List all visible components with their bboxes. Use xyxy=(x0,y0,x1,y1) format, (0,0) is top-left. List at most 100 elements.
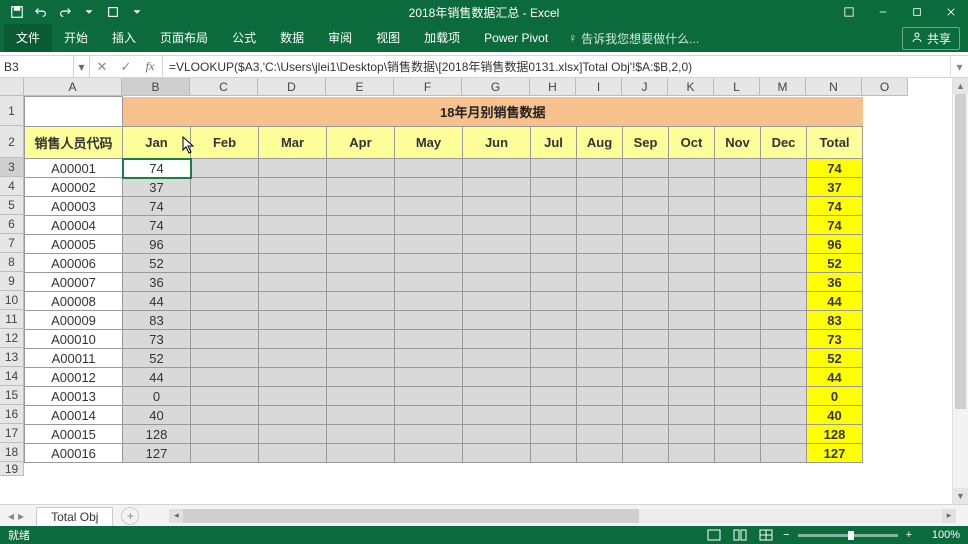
horizontal-scrollbar[interactable]: ◂ ▸ xyxy=(169,509,956,523)
table-title[interactable]: 18年月别销售数据 xyxy=(123,97,863,127)
column-header[interactable]: A xyxy=(24,78,122,96)
cell[interactable]: 0 xyxy=(807,387,863,406)
cell[interactable] xyxy=(327,311,395,330)
cell[interactable] xyxy=(463,197,531,216)
cell[interactable] xyxy=(25,463,123,477)
zoom-value[interactable]: 100% xyxy=(920,529,960,541)
cell[interactable] xyxy=(761,273,807,292)
scroll-down-icon[interactable]: ▼ xyxy=(953,488,968,504)
cell[interactable] xyxy=(577,197,623,216)
column-header[interactable]: I xyxy=(576,78,622,96)
zoom-slider[interactable] xyxy=(798,534,898,537)
formula-bar-expand-icon[interactable]: ▾ xyxy=(950,56,968,77)
cell[interactable] xyxy=(761,330,807,349)
cell[interactable] xyxy=(327,330,395,349)
zoom-in-icon[interactable]: + xyxy=(906,529,912,541)
view-page-layout-icon[interactable] xyxy=(731,528,749,542)
cell[interactable] xyxy=(669,406,715,425)
cell[interactable]: A00002 xyxy=(25,178,123,197)
cell[interactable] xyxy=(191,178,259,197)
cell[interactable]: 128 xyxy=(807,425,863,444)
cell[interactable] xyxy=(623,197,669,216)
column-header[interactable]: K xyxy=(668,78,714,96)
row-header[interactable]: 15 xyxy=(0,386,24,405)
column-title[interactable]: Mar xyxy=(259,127,327,159)
row-header[interactable]: 8 xyxy=(0,253,24,272)
cell[interactable]: 74 xyxy=(807,216,863,235)
cell[interactable] xyxy=(463,159,531,178)
cell[interactable] xyxy=(395,159,463,178)
cell[interactable] xyxy=(259,444,327,463)
cell[interactable] xyxy=(715,292,761,311)
cell[interactable] xyxy=(715,444,761,463)
cell[interactable] xyxy=(623,292,669,311)
cell[interactable] xyxy=(807,463,863,477)
cell[interactable] xyxy=(715,311,761,330)
cell[interactable] xyxy=(327,292,395,311)
cell[interactable] xyxy=(463,425,531,444)
vscroll-thumb[interactable] xyxy=(955,94,966,409)
column-header[interactable]: M xyxy=(760,78,806,96)
cell[interactable]: 40 xyxy=(123,406,191,425)
ribbon-tab-review[interactable]: 审阅 xyxy=(316,24,364,52)
column-title[interactable]: Dec xyxy=(761,127,807,159)
cell[interactable]: 52 xyxy=(807,254,863,273)
row-header[interactable]: 19 xyxy=(0,462,24,476)
column-title[interactable]: Jun xyxy=(463,127,531,159)
column-header[interactable]: L xyxy=(714,78,760,96)
cell[interactable]: A00015 xyxy=(25,425,123,444)
cell[interactable] xyxy=(191,425,259,444)
cell[interactable] xyxy=(395,368,463,387)
cell[interactable]: 44 xyxy=(807,368,863,387)
row-header[interactable]: 18 xyxy=(0,443,24,462)
cell[interactable] xyxy=(259,406,327,425)
cell[interactable] xyxy=(191,330,259,349)
cell[interactable] xyxy=(715,425,761,444)
hscroll-left-icon[interactable]: ◂ xyxy=(169,509,183,523)
cell[interactable] xyxy=(463,254,531,273)
cell[interactable] xyxy=(191,387,259,406)
cell[interactable] xyxy=(395,292,463,311)
row-header[interactable]: 6 xyxy=(0,215,24,234)
cell[interactable]: 36 xyxy=(123,273,191,292)
column-header[interactable]: O xyxy=(862,78,908,96)
cell[interactable] xyxy=(863,235,909,254)
cell[interactable] xyxy=(577,425,623,444)
cell[interactable] xyxy=(463,444,531,463)
cell[interactable] xyxy=(623,311,669,330)
row-header[interactable]: 16 xyxy=(0,405,24,424)
cell[interactable] xyxy=(715,216,761,235)
cell[interactable] xyxy=(669,216,715,235)
cell[interactable] xyxy=(327,178,395,197)
cell[interactable] xyxy=(623,463,669,477)
ribbon-tab-view[interactable]: 视图 xyxy=(364,24,412,52)
ribbon-display-options-icon[interactable] xyxy=(832,0,866,24)
cell[interactable] xyxy=(395,444,463,463)
cell[interactable] xyxy=(761,463,807,477)
cell[interactable]: 36 xyxy=(807,273,863,292)
cell[interactable]: 73 xyxy=(123,330,191,349)
cell[interactable] xyxy=(531,425,577,444)
hscroll-right-icon[interactable]: ▸ xyxy=(942,509,956,523)
cell[interactable] xyxy=(761,406,807,425)
cell[interactable] xyxy=(463,235,531,254)
cell[interactable] xyxy=(531,349,577,368)
cell[interactable]: 0 xyxy=(123,387,191,406)
cell[interactable]: 52 xyxy=(807,349,863,368)
cell[interactable]: 37 xyxy=(123,178,191,197)
cell[interactable] xyxy=(577,216,623,235)
touch-mode-icon[interactable] xyxy=(102,2,124,22)
cell[interactable] xyxy=(259,178,327,197)
cell[interactable] xyxy=(669,368,715,387)
cell[interactable] xyxy=(191,311,259,330)
cell[interactable] xyxy=(395,311,463,330)
cell[interactable] xyxy=(761,216,807,235)
cell[interactable] xyxy=(577,387,623,406)
save-icon[interactable] xyxy=(6,2,28,22)
ribbon-tab-formulas[interactable]: 公式 xyxy=(220,24,268,52)
qat-customize-icon[interactable] xyxy=(126,2,148,22)
cell[interactable]: A00005 xyxy=(25,235,123,254)
cell[interactable] xyxy=(577,273,623,292)
cell[interactable] xyxy=(577,159,623,178)
cell[interactable] xyxy=(863,292,909,311)
